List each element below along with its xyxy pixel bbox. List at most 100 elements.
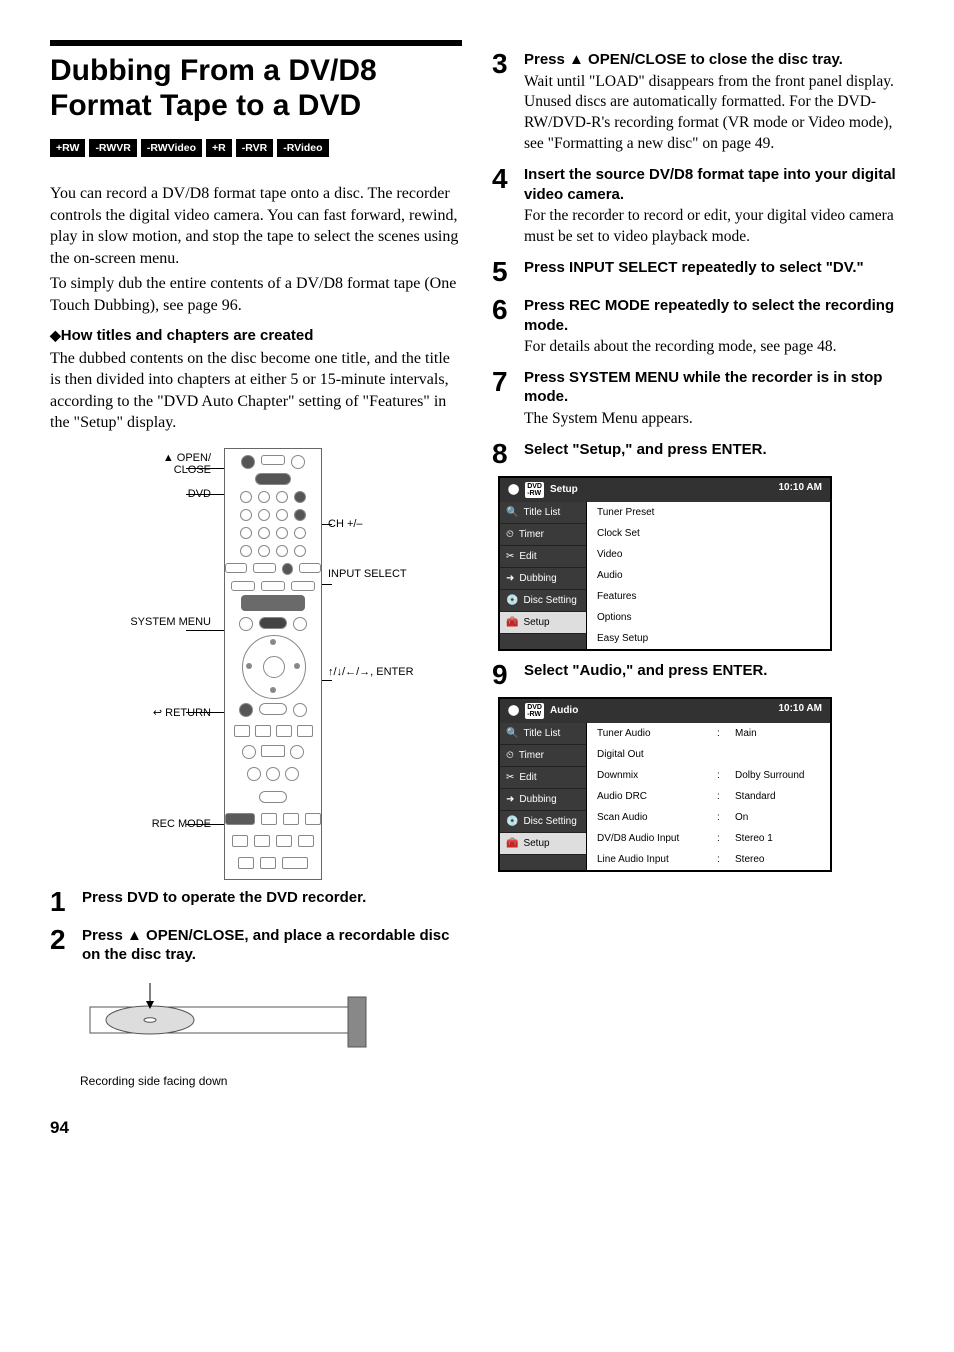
sidebar-item: ✂Edit [500, 546, 586, 568]
step-9: 9 Select "Audio," and press ENTER. [492, 661, 904, 689]
menu-list: Tuner Preset Clock Set Video Audio Featu… [587, 502, 830, 649]
dubbing-icon: ➜ [506, 794, 514, 805]
step-num: 2 [50, 926, 82, 965]
sidebar-item: ⏲Timer [500, 745, 586, 767]
step-2: 2 Press ▲ OPEN/CLOSE, and place a record… [50, 926, 462, 965]
label-input-select: INPUT SELECT [328, 568, 398, 580]
step-num: 8 [492, 440, 524, 468]
menu-list: Tuner Audio:Main Digital Out Downmix:Dol… [587, 723, 830, 870]
menu-row: Tuner Preset [587, 502, 830, 523]
label-enter: ↑/↓/←/→, ENTER [328, 666, 398, 678]
magnifier-icon: 🔍 [506, 507, 518, 518]
return-icon: ↩ [153, 707, 162, 719]
subheading-body: The dubbed contents on the disc become o… [50, 348, 462, 434]
menu-title: Setup [550, 484, 578, 495]
toolbox-icon: 🧰 [506, 617, 518, 628]
sidebar-item: ⏲Timer [500, 524, 586, 546]
chip-rwvideo: -RWVideo [141, 139, 202, 157]
tray-caption: Recording side facing down [80, 1074, 462, 1088]
intro-paragraph-1: You can record a DV/D8 format tape onto … [50, 183, 462, 269]
sidebar-item-active: 🧰Setup [500, 833, 586, 855]
menu-row: Video [587, 544, 830, 565]
eject-icon: ▲ [163, 452, 174, 464]
sidebar-item: 🔍Title List [500, 502, 586, 524]
disc-icon: ⬤ [508, 705, 519, 716]
step-4: 4 Insert the source DV/D8 format tape in… [492, 165, 904, 248]
chip-rw: +RW [50, 139, 85, 157]
sidebar-item: 💿Disc Setting [500, 590, 586, 612]
label-ch: CH +/– [328, 518, 363, 530]
sidebar-item: ➜Dubbing [500, 568, 586, 590]
step-num: 5 [492, 258, 524, 286]
step-text: For details about the recording mode, se… [524, 337, 904, 358]
step-title: Press REC MODE repeatedly to select the … [524, 296, 904, 335]
sidebar-item: ✂Edit [500, 767, 586, 789]
scissors-icon: ✂ [506, 551, 514, 562]
chip-rwvr: -RWVR [89, 139, 136, 157]
disc-setting-icon: 💿 [506, 595, 518, 606]
step-text: For the recorder to record or edit, your… [524, 206, 904, 248]
dvd-rw-badge: DVD-RW [525, 482, 544, 498]
page-number: 94 [50, 1118, 462, 1138]
menu-time: 10:10 AM [778, 482, 822, 498]
disc-tray-figure: Recording side facing down [80, 977, 462, 1088]
step-1: 1 Press DVD to operate the DVD recorder. [50, 888, 462, 916]
menu-sidebar: 🔍Title List ⏲Timer ✂Edit ➜Dubbing 💿Disc … [500, 723, 587, 870]
menu-time: 10:10 AM [778, 703, 822, 719]
step-title: Press SYSTEM MENU while the recorder is … [524, 368, 904, 407]
menu-row: Clock Set [587, 523, 830, 544]
scissors-icon: ✂ [506, 772, 514, 783]
step-6: 6 Press REC MODE repeatedly to select th… [492, 296, 904, 358]
step-title: Insert the source DV/D8 format tape into… [524, 165, 904, 204]
disc-setting-icon: 💿 [506, 816, 518, 827]
menu-row: DV/D8 Audio Input:Stereo 1 [587, 828, 830, 849]
timer-icon: ⏲ [506, 750, 514, 761]
chip-plus-r: +R [206, 139, 232, 157]
step-num: 9 [492, 661, 524, 689]
step-num: 3 [492, 50, 524, 155]
label-open-close: ▲ OPEN/ CLOSE [106, 452, 211, 476]
step-title: Select "Audio," and press ENTER. [524, 661, 904, 681]
subheading-text: How titles and chapters are created [61, 327, 314, 344]
step-7: 7 Press SYSTEM MENU while the recorder i… [492, 368, 904, 430]
step-5: 5 Press INPUT SELECT repeatedly to selec… [492, 258, 904, 286]
menu-row: Options [587, 607, 830, 628]
dubbing-icon: ➜ [506, 573, 514, 584]
page-title: Dubbing From a DV/D8 Format Tape to a DV… [50, 40, 462, 123]
magnifier-icon: 🔍 [506, 728, 518, 739]
label-system-menu: SYSTEM MENU [106, 616, 211, 628]
audio-menu-screenshot: ⬤DVD-RW Audio 10:10 AM 🔍Title List ⏲Time… [498, 697, 832, 872]
step-num: 6 [492, 296, 524, 358]
step-title: Press INPUT SELECT repeatedly to select … [524, 258, 904, 278]
menu-row: Line Audio Input:Stereo [587, 849, 830, 870]
step-title: Press ▲ OPEN/CLOSE to close the disc tra… [524, 50, 904, 70]
step-num: 4 [492, 165, 524, 248]
timer-icon: ⏲ [506, 529, 514, 540]
menu-row: Easy Setup [587, 628, 830, 649]
menu-title: Audio [550, 705, 578, 716]
disc-icon: ⬤ [508, 484, 519, 495]
format-chips: +RW -RWVR -RWVideo +R -RVR -RVideo [50, 139, 462, 157]
step-text: The System Menu appears. [524, 409, 904, 430]
chip-rvr: -RVR [236, 139, 273, 157]
diamond-icon: ◆ [50, 327, 61, 343]
toolbox-icon: 🧰 [506, 838, 518, 849]
menu-row: Audio [587, 565, 830, 586]
menu-row: Features [587, 586, 830, 607]
step-title: Press ▲ OPEN/CLOSE, and place a recordab… [82, 926, 462, 965]
menu-row: Tuner Audio:Main [587, 723, 830, 744]
menu-row: Downmix:Dolby Surround [587, 765, 830, 786]
subheading: ◆How titles and chapters are created [50, 327, 462, 344]
step-3: 3 Press ▲ OPEN/CLOSE to close the disc t… [492, 50, 904, 155]
menu-row: Digital Out [587, 744, 830, 765]
menu-row: Scan Audio:On [587, 807, 830, 828]
step-text: Wait until "LOAD" disappears from the fr… [524, 72, 904, 156]
step-title: Press DVD to operate the DVD recorder. [82, 888, 462, 908]
step-8: 8 Select "Setup," and press ENTER. [492, 440, 904, 468]
remote-diagram: ▲ OPEN/ CLOSE DVD SYSTEM MENU ↩ RETURN R… [50, 448, 462, 878]
step-title: Select "Setup," and press ENTER. [524, 440, 904, 460]
menu-row: Audio DRC:Standard [587, 786, 830, 807]
step-num: 1 [50, 888, 82, 916]
chip-rvideo: -RVideo [277, 139, 328, 157]
step-num: 7 [492, 368, 524, 430]
